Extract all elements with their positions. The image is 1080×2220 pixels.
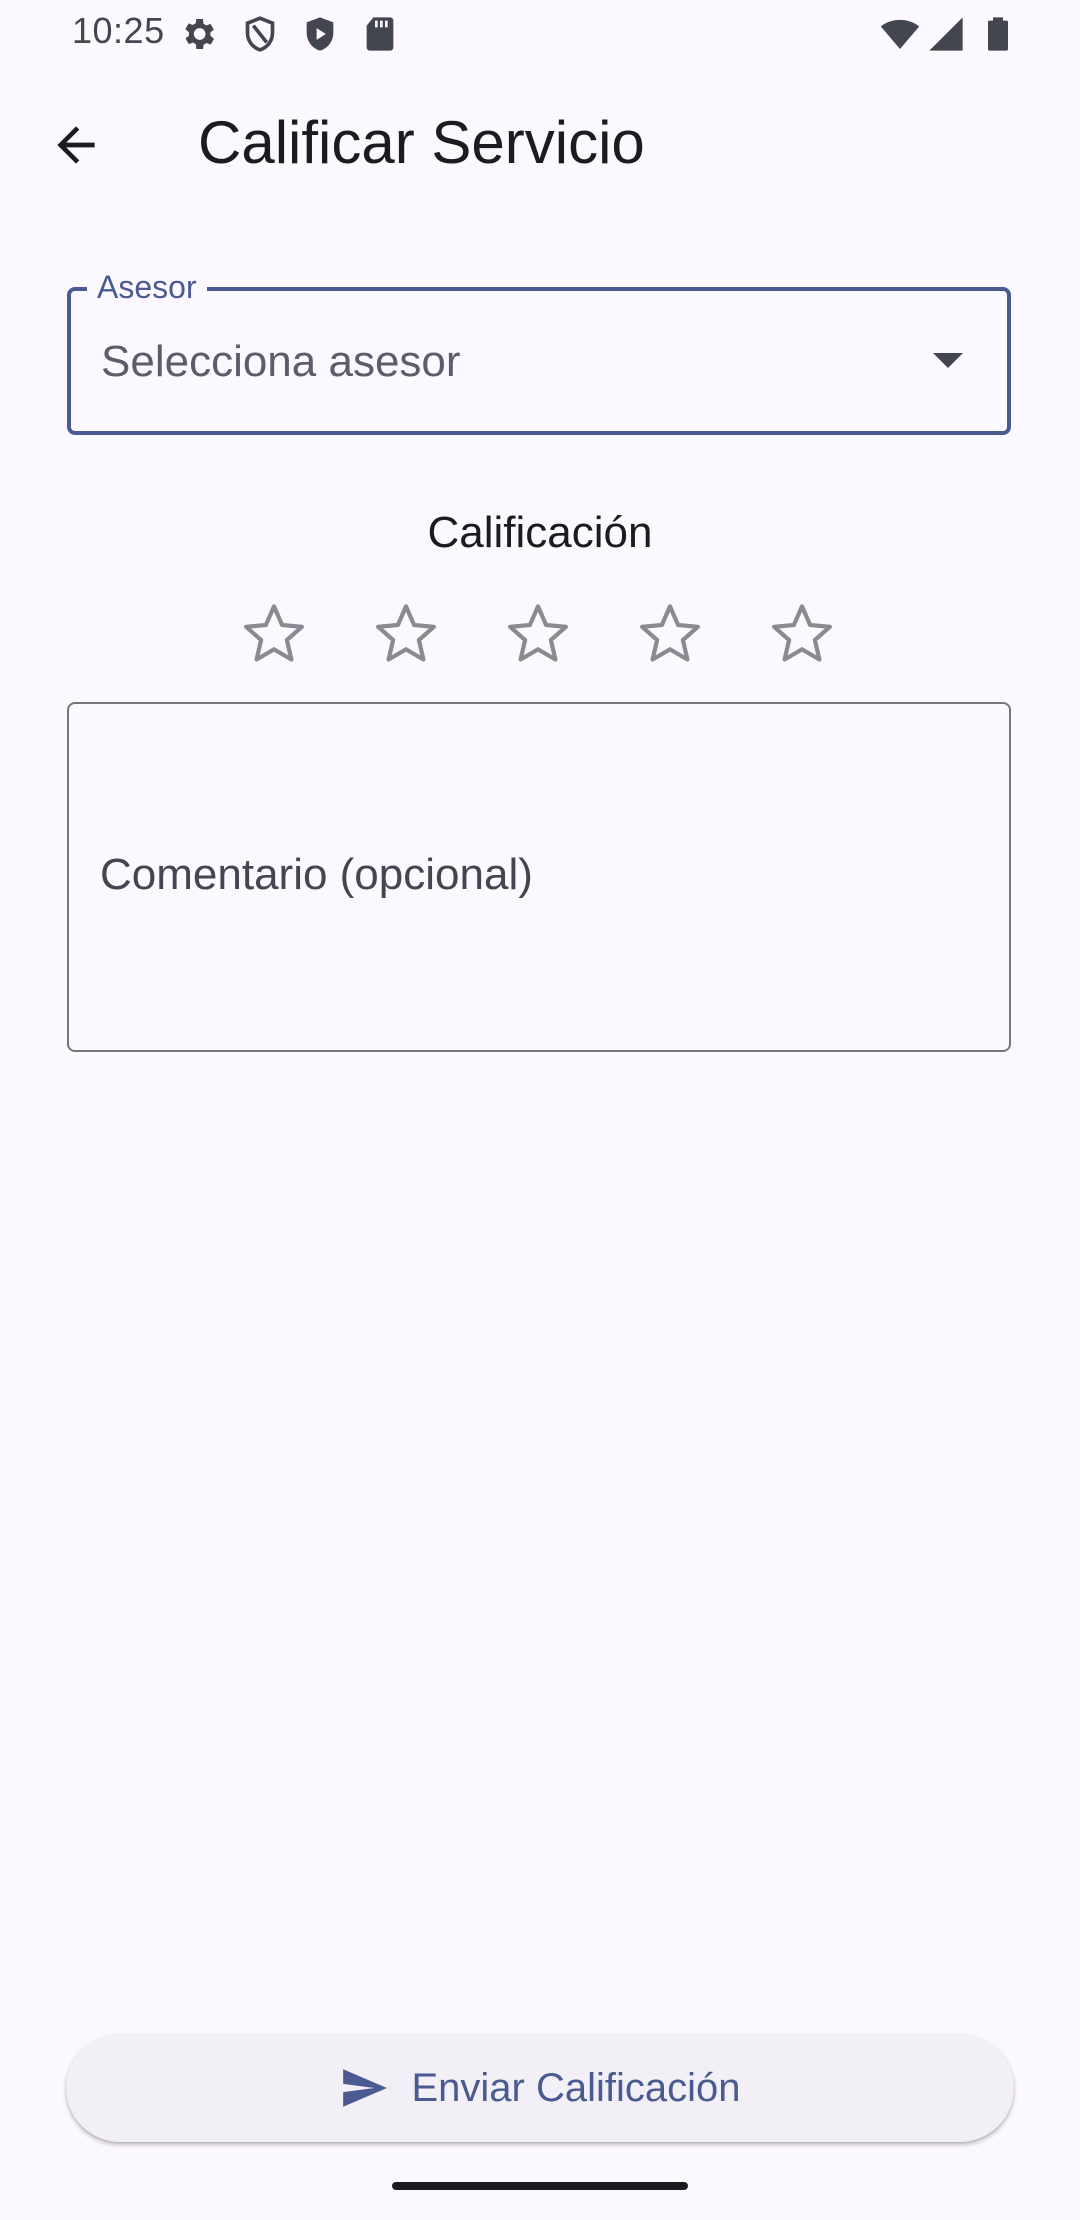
wifi-icon [880, 19, 920, 49]
rating-label: Calificación [427, 508, 653, 557]
shield-play-icon [306, 17, 334, 51]
advisor-dropdown-label: Asesor [87, 269, 207, 305]
gear-icon [185, 19, 214, 49]
submit-rating-label: Enviar Calificación [411, 2065, 741, 2110]
status-time: 10:25 [72, 10, 165, 51]
star-rating [0, 598, 1080, 670]
comment-placeholder: Comentario (opcional) [100, 850, 533, 899]
status-bar: 10:25 [0, 0, 1080, 66]
battery-icon [988, 17, 1008, 51]
submit-rating-button[interactable]: Enviar Calificación [66, 2034, 1014, 2142]
star-3-icon[interactable] [502, 598, 574, 670]
star-1-icon[interactable] [238, 598, 310, 670]
cell-signal-icon [929, 17, 963, 51]
arrow-back-icon [57, 126, 95, 164]
advisor-dropdown[interactable]: Asesor Selecciona asesor [67, 269, 1011, 435]
back-button[interactable] [40, 109, 112, 181]
star-4-icon[interactable] [634, 598, 706, 670]
shield-outline-icon [245, 16, 275, 52]
sd-card-icon [366, 17, 394, 51]
dropdown-arrow-icon [933, 353, 963, 368]
star-2-icon[interactable] [370, 598, 442, 670]
star-5-icon[interactable] [766, 598, 838, 670]
advisor-dropdown-value: Selecciona asesor [101, 337, 461, 386]
app-bar: Calificar Servicio [0, 66, 1080, 220]
comment-field[interactable]: Comentario (opcional) [67, 702, 1011, 1052]
gesture-nav-handle[interactable] [392, 2182, 688, 2190]
page-title: Calificar Servicio [198, 109, 645, 176]
send-icon [343, 2069, 388, 2107]
